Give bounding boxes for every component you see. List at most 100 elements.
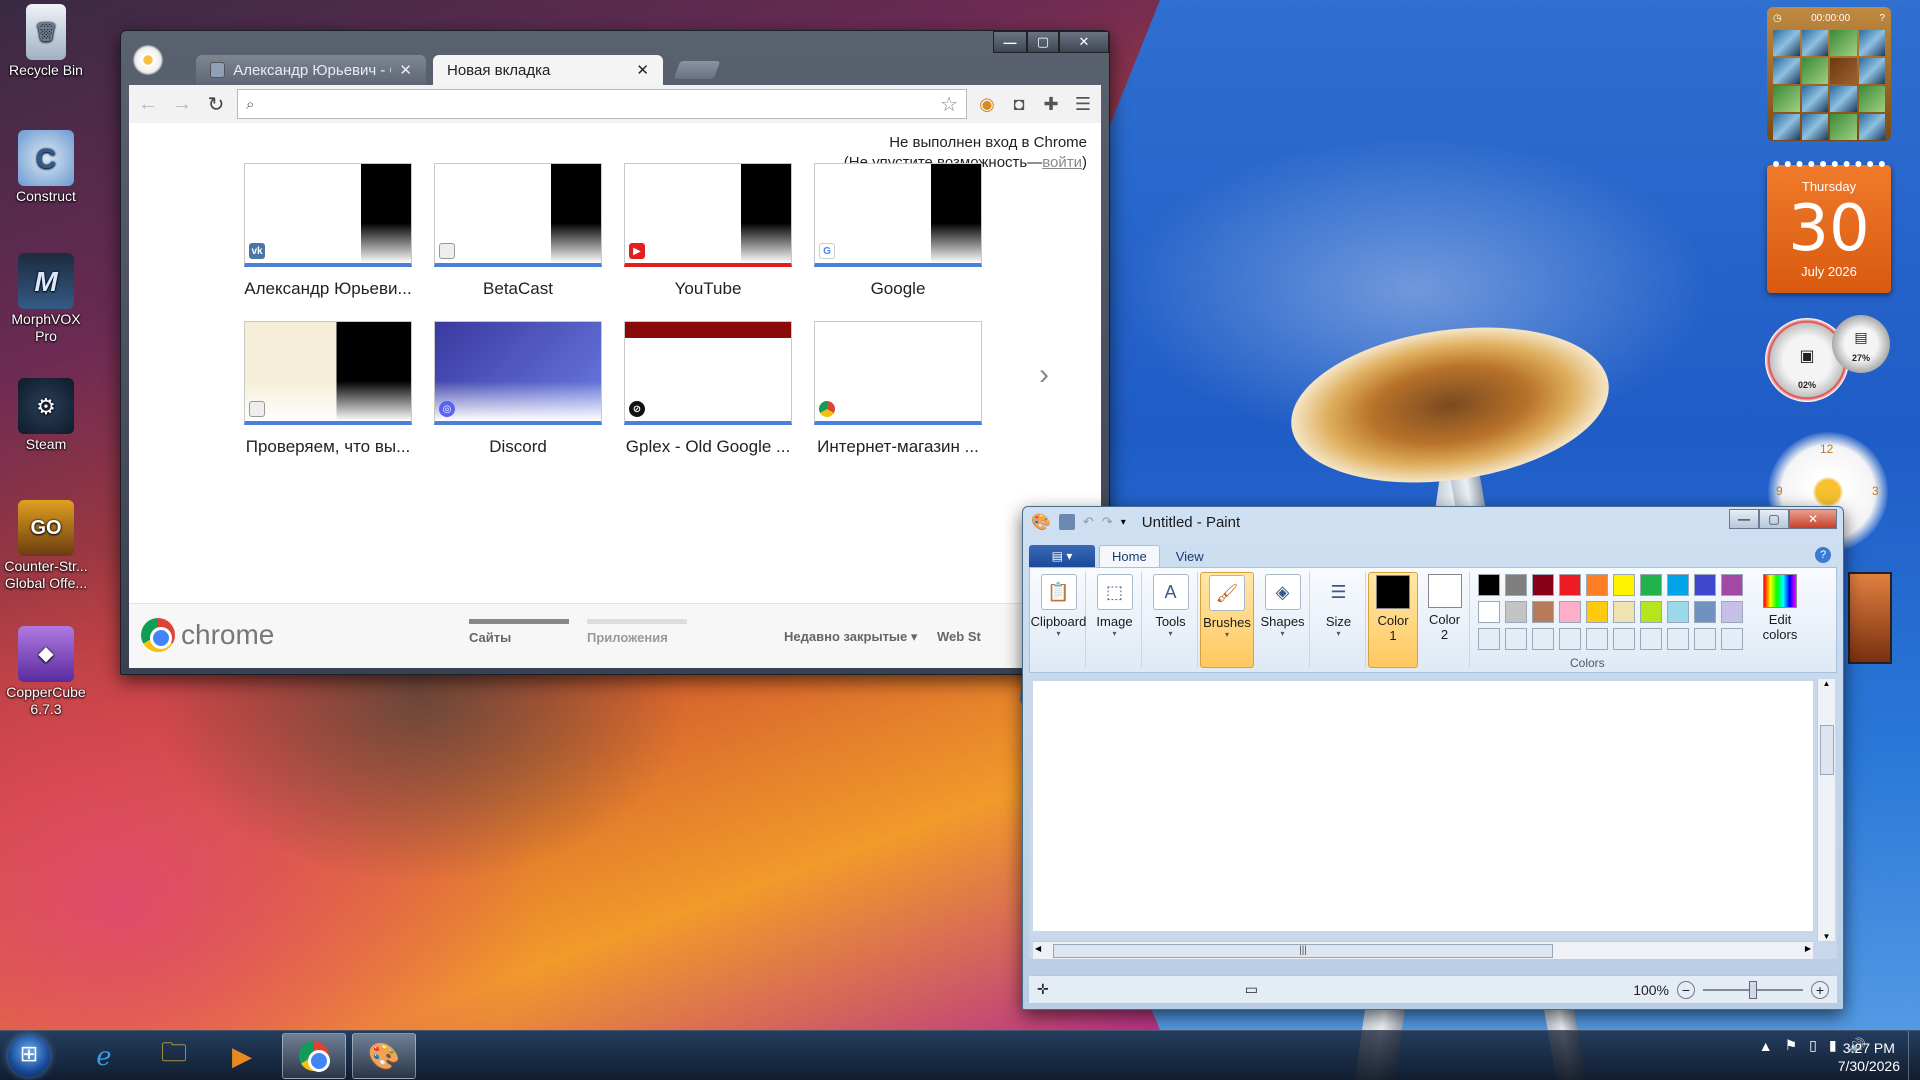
tab-view[interactable]: View — [1164, 546, 1216, 567]
brushes-button[interactable]: 🖌 Brushes ▾ — [1200, 572, 1254, 668]
palette-swatch[interactable] — [1478, 628, 1500, 650]
zoom-out-button[interactable]: − — [1677, 980, 1695, 999]
vertical-scroll-thumb[interactable] — [1820, 725, 1834, 775]
tab-close-icon[interactable]: ✕ — [399, 61, 412, 79]
palette-swatch[interactable] — [1505, 628, 1527, 650]
bookmark-star-icon[interactable]: ☆ — [940, 92, 958, 117]
taskbar-internet-explorer[interactable]: ℯ — [72, 1033, 136, 1079]
most-visited-tile[interactable]: Проверяем, что вы... — [244, 321, 412, 457]
desktop-icon-csgo[interactable]: GO Counter-Str... Global Offe... — [0, 500, 92, 592]
palette-swatch[interactable] — [1640, 628, 1662, 650]
drawing-canvas[interactable] — [1033, 681, 1813, 931]
palette-swatch[interactable] — [1586, 628, 1608, 650]
extensions-puzzle-icon[interactable]: ✚ — [1039, 92, 1063, 116]
web-store-link[interactable]: Web St — [937, 629, 981, 644]
taskbar-paint[interactable]: 🎨 — [352, 1033, 416, 1079]
most-visited-tile[interactable]: ◎ Discord — [434, 321, 602, 457]
undo-icon[interactable]: ↶ — [1083, 514, 1094, 530]
palette-swatch[interactable] — [1586, 574, 1608, 596]
palette-swatch[interactable] — [1505, 574, 1527, 596]
extension-incognito-icon[interactable]: ◘ — [1007, 92, 1031, 116]
show-hidden-icons-icon[interactable]: ▲ — [1759, 1038, 1773, 1054]
puzzle-grid[interactable] — [1773, 30, 1885, 140]
most-visited-tile[interactable]: vk Александр Юрьеви... — [244, 163, 412, 299]
zoom-in-button[interactable]: + — [1811, 980, 1829, 999]
tab-active[interactable]: Новая вкладка ✕ — [433, 55, 663, 85]
palette-swatch[interactable] — [1721, 628, 1743, 650]
start-button[interactable] — [8, 1035, 50, 1077]
palette-swatch[interactable] — [1559, 574, 1581, 596]
image-button[interactable]: ⬚ Image ▾ — [1088, 572, 1142, 668]
palette-swatch[interactable] — [1694, 574, 1716, 596]
palette-swatch[interactable] — [1532, 628, 1554, 650]
tab-apps[interactable]: Приложения — [587, 619, 687, 645]
shapes-button[interactable]: ◈ Shapes ▾ — [1256, 572, 1310, 668]
scroll-down-icon[interactable]: ▼ — [1818, 932, 1835, 941]
omnibox[interactable]: ⌕ ☆ — [237, 89, 967, 119]
next-page-arrow-icon[interactable]: › — [1039, 358, 1049, 392]
ram-meter-gadget[interactable]: ▤ 27% — [1832, 315, 1890, 373]
tab-close-icon[interactable]: ✕ — [636, 61, 649, 79]
palette-swatch[interactable] — [1613, 574, 1635, 596]
reload-icon[interactable]: ↻ — [203, 92, 229, 117]
desktop-icon-construct[interactable]: C Construct — [0, 130, 92, 205]
most-visited-tile[interactable]: ⊘ Gplex - Old Google ... — [624, 321, 792, 457]
chrome-window[interactable]: — ▢ ✕ Александр Юрьевич - О ✕ Новая вкла… — [120, 30, 1110, 675]
paint-window[interactable]: 🎨 ↶ ↷ ▾ Untitled - Paint — ▢ ✕ ▤ ▾ Home … — [1022, 506, 1844, 1010]
user-avatar-icon[interactable] — [133, 45, 163, 75]
tools-button[interactable]: A Tools ▾ — [1144, 572, 1198, 668]
vertical-scrollbar[interactable]: ▲ ▼ — [1817, 679, 1835, 941]
file-menu-button[interactable]: ▤ ▾ — [1029, 545, 1095, 567]
save-icon[interactable] — [1058, 514, 1075, 530]
scroll-up-icon[interactable]: ▲ — [1818, 679, 1835, 688]
puzzle-gadget[interactable]: ◷ 00:00:00? — [1767, 7, 1891, 141]
desktop-icon-steam[interactable]: ⚙ Steam — [0, 378, 92, 453]
device-icon[interactable]: ▯ — [1809, 1037, 1817, 1054]
taskbar-chrome[interactable] — [282, 1033, 346, 1079]
palette-swatch[interactable] — [1667, 628, 1689, 650]
zoom-slider[interactable] — [1703, 980, 1803, 999]
color1-button[interactable]: Color 1 — [1368, 572, 1418, 668]
back-icon[interactable]: ← — [135, 93, 161, 116]
palette-swatch[interactable] — [1694, 601, 1716, 623]
help-icon[interactable]: ? — [1815, 547, 1831, 563]
close-button[interactable]: ✕ — [1789, 509, 1837, 529]
most-visited-tile[interactable]: BetaCast — [434, 163, 602, 299]
clipboard-button[interactable]: 📋 Clipboard ▾ — [1031, 572, 1086, 668]
desktop-icon-recycle-bin[interactable]: 🗑 Recycle Bin — [0, 4, 92, 79]
palette-swatch[interactable] — [1586, 601, 1608, 623]
edit-colors-button[interactable]: Edit colors — [1753, 572, 1807, 668]
calendar-gadget[interactable]: Thursday 30 July 2026 — [1767, 161, 1891, 293]
minimize-button[interactable]: — — [1729, 509, 1759, 529]
action-center-flag-icon[interactable]: ⚑ — [1785, 1037, 1798, 1054]
zoom-slider-knob[interactable] — [1749, 980, 1757, 999]
horizontal-scrollbar[interactable]: ◀ ||| ▶ — [1033, 941, 1813, 959]
tab-inactive[interactable]: Александр Юрьевич - О ✕ — [196, 55, 426, 85]
palette-swatch[interactable] — [1667, 574, 1689, 596]
scroll-left-icon[interactable]: ◀ — [1035, 944, 1041, 953]
close-button[interactable]: ✕ — [1059, 31, 1109, 53]
taskbar-explorer[interactable]: 🗀 — [142, 1033, 206, 1079]
palette-swatch[interactable] — [1640, 574, 1662, 596]
palette-swatch[interactable] — [1559, 601, 1581, 623]
tab-home[interactable]: Home — [1099, 545, 1160, 567]
palette-swatch[interactable] — [1613, 628, 1635, 650]
omnibox-input[interactable] — [262, 94, 932, 114]
redo-icon[interactable]: ↷ — [1102, 514, 1113, 530]
most-visited-tile[interactable]: ▶ YouTube — [624, 163, 792, 299]
forward-icon[interactable]: → — [169, 93, 195, 116]
size-button[interactable]: ☰ Size ▾ — [1312, 572, 1366, 668]
menu-icon[interactable]: ☰ — [1071, 92, 1095, 116]
desktop-icon-morphvox[interactable]: M MorphVOX Pro — [0, 253, 92, 345]
scroll-right-icon[interactable]: ▶ — [1805, 944, 1811, 953]
customize-quick-access-icon[interactable]: ▾ — [1121, 517, 1126, 528]
maximize-button[interactable]: ▢ — [1027, 31, 1059, 53]
color2-button[interactable]: Color 2 — [1420, 572, 1470, 668]
minimize-button[interactable]: — — [993, 31, 1027, 53]
maximize-button[interactable]: ▢ — [1759, 509, 1789, 529]
show-desktop-button[interactable] — [1908, 1031, 1920, 1080]
new-tab-button[interactable] — [673, 61, 721, 79]
network-signal-icon[interactable]: ▮ — [1829, 1037, 1837, 1054]
help-icon[interactable]: ? — [1879, 13, 1885, 27]
palette-swatch[interactable] — [1721, 601, 1743, 623]
